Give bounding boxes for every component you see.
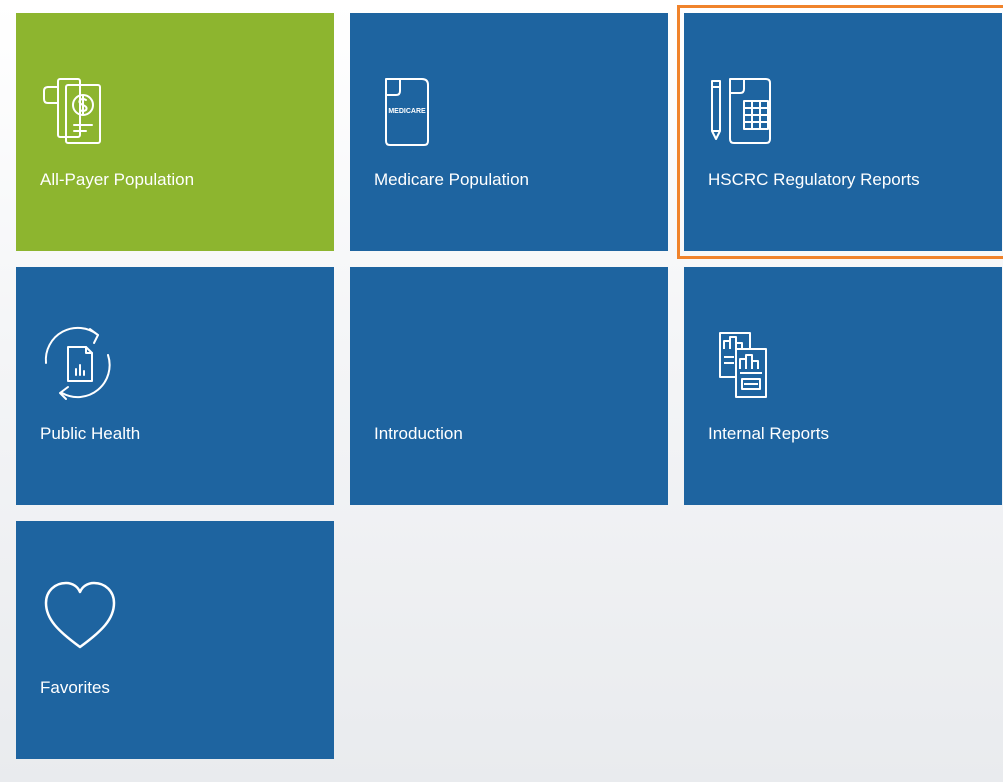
heart-icon (38, 573, 122, 657)
dollar-document-icon (38, 65, 122, 149)
tile-all-payer-population[interactable]: All-Payer Population (16, 13, 334, 251)
tile-label: HSCRC Regulatory Reports (708, 170, 920, 189)
tile-label: All-Payer Population (40, 170, 195, 189)
tile-introduction[interactable]: Introduction (350, 267, 668, 505)
tile-hscrc-regulatory-reports[interactable]: HSCRC Regulatory Reports (684, 13, 1002, 251)
refresh-report-icon (38, 319, 122, 403)
medicare-icon-text: MEDICARE (388, 108, 426, 115)
bar-chart-reports-icon (706, 319, 790, 403)
pencil-spreadsheet-icon (706, 65, 790, 149)
tile-label: Public Health (40, 424, 141, 443)
tile-internal-reports[interactable]: Internal Reports (684, 267, 1002, 505)
tile-favorites[interactable]: Favorites (16, 521, 334, 759)
tile-public-health[interactable]: Public Health (16, 267, 334, 505)
tile-medicare-population[interactable]: MEDICARE Medicare Population (350, 13, 668, 251)
tile-label: Internal Reports (708, 424, 829, 443)
tile-label: Favorites (40, 678, 110, 697)
tile-label: Medicare Population (374, 170, 529, 189)
tile-label: Introduction (374, 424, 463, 443)
medicare-document-icon: MEDICARE (372, 65, 456, 149)
